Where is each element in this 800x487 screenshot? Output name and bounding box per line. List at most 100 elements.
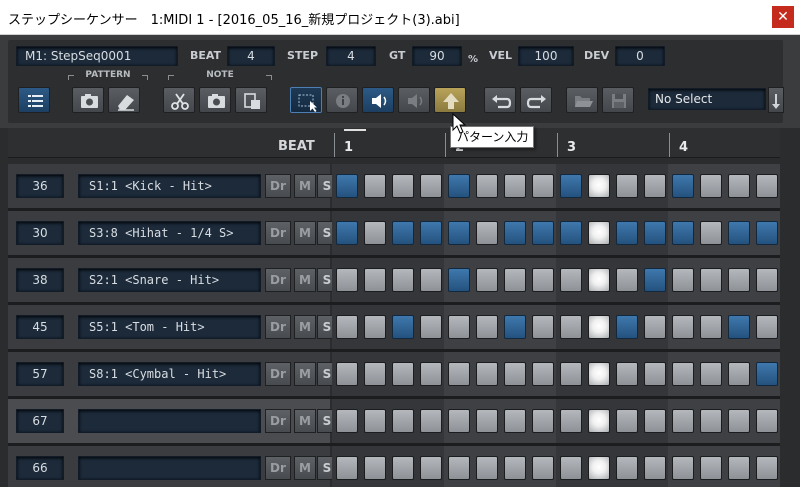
track-sound-field[interactable] [78, 409, 261, 433]
step-button[interactable] [756, 174, 778, 198]
note-cut-button[interactable] [163, 87, 195, 113]
drum-mode-button[interactable]: Dr [265, 315, 291, 339]
step-button[interactable] [756, 362, 778, 386]
step-button[interactable] [364, 174, 386, 198]
track-note-field[interactable]: 38 [16, 268, 64, 292]
step-button[interactable] [364, 268, 386, 292]
step-button[interactable] [364, 315, 386, 339]
step-button[interactable] [392, 456, 414, 480]
step-button[interactable] [672, 268, 694, 292]
step-button[interactable] [728, 362, 750, 386]
step-button[interactable] [616, 221, 638, 245]
mute-button[interactable]: M [294, 409, 316, 433]
track-note-field[interactable]: 67 [16, 409, 64, 433]
sequence-name-field[interactable]: M1: StepSeq0001 [16, 46, 178, 66]
select-tool-button[interactable] [290, 87, 322, 113]
step-button[interactable] [336, 409, 358, 433]
track-note-field[interactable]: 45 [16, 315, 64, 339]
undo-button[interactable] [484, 87, 516, 113]
beat-field[interactable]: 4 [227, 46, 275, 66]
step-button[interactable] [616, 174, 638, 198]
step-button[interactable] [672, 221, 694, 245]
dev-field[interactable]: 0 [615, 46, 665, 66]
step-button[interactable] [392, 362, 414, 386]
drum-mode-button[interactable]: Dr [265, 174, 291, 198]
step-button[interactable] [616, 315, 638, 339]
step-button[interactable] [560, 409, 582, 433]
track-header[interactable]: 67 Dr M S [8, 399, 337, 443]
step-button[interactable] [336, 221, 358, 245]
step-button[interactable] [728, 315, 750, 339]
step-button[interactable] [532, 409, 554, 433]
step-button[interactable] [644, 456, 666, 480]
step-button[interactable] [448, 315, 470, 339]
track-header[interactable]: 66 Dr M S [8, 446, 337, 487]
step-button[interactable] [588, 174, 610, 198]
step-button[interactable] [336, 315, 358, 339]
save-pattern-button[interactable] [602, 87, 634, 113]
step-button[interactable] [588, 456, 610, 480]
step-button[interactable] [448, 174, 470, 198]
step-button[interactable] [756, 409, 778, 433]
step-button[interactable] [448, 456, 470, 480]
step-button[interactable] [420, 315, 442, 339]
step-button[interactable] [476, 362, 498, 386]
step-button[interactable] [588, 268, 610, 292]
track-sound-field[interactable] [78, 456, 261, 480]
track-sound-field[interactable]: S8:1 <Cymbal - Hit> [78, 362, 261, 386]
step-button[interactable] [448, 221, 470, 245]
track-sound-field[interactable]: S1:1 <Kick - Hit> [78, 174, 261, 198]
pattern-input-button[interactable] [434, 87, 466, 113]
step-button[interactable] [448, 362, 470, 386]
track-sound-field[interactable]: S3:8 <Hihat - 1/4 S> [78, 221, 261, 245]
mute-audition-button[interactable] [398, 87, 430, 113]
pattern-select-dropdown[interactable]: No Select [648, 88, 766, 110]
step-button[interactable] [728, 456, 750, 480]
track-note-field[interactable]: 66 [16, 456, 64, 480]
step-button[interactable] [588, 362, 610, 386]
step-button[interactable] [336, 268, 358, 292]
step-button[interactable] [504, 362, 526, 386]
step-button[interactable] [644, 409, 666, 433]
step-button[interactable] [588, 409, 610, 433]
step-button[interactable] [448, 409, 470, 433]
step-button[interactable] [420, 174, 442, 198]
step-button[interactable] [700, 409, 722, 433]
mute-button[interactable]: M [294, 268, 316, 292]
step-button[interactable] [392, 268, 414, 292]
step-button[interactable] [644, 221, 666, 245]
open-pattern-button[interactable] [566, 87, 598, 113]
list-view-button[interactable] [18, 87, 50, 113]
drum-mode-button[interactable]: Dr [265, 456, 291, 480]
step-button[interactable] [392, 315, 414, 339]
step-button[interactable] [672, 315, 694, 339]
step-button[interactable] [616, 362, 638, 386]
mute-button[interactable]: M [294, 456, 316, 480]
step-button[interactable] [644, 268, 666, 292]
step-button[interactable] [560, 268, 582, 292]
step-button[interactable] [420, 409, 442, 433]
step-button[interactable] [560, 315, 582, 339]
step-button[interactable] [504, 268, 526, 292]
step-button[interactable] [672, 409, 694, 433]
drum-mode-button[interactable]: Dr [265, 362, 291, 386]
step-button[interactable] [364, 456, 386, 480]
track-note-field[interactable]: 36 [16, 174, 64, 198]
note-copy-button[interactable] [199, 87, 231, 113]
step-button[interactable] [560, 174, 582, 198]
step-button[interactable] [616, 456, 638, 480]
step-button[interactable] [504, 174, 526, 198]
track-header[interactable]: 38 S2:1 <Snare - Hit> Dr M S [8, 258, 337, 302]
track-header[interactable]: 36 S1:1 <Kick - Hit> Dr M S [8, 164, 337, 208]
step-button[interactable] [644, 315, 666, 339]
step-button[interactable] [476, 268, 498, 292]
drum-mode-button[interactable]: Dr [265, 221, 291, 245]
step-button[interactable] [392, 221, 414, 245]
step-button[interactable] [504, 456, 526, 480]
title-bar[interactable]: ステップシーケンサー 1:MIDI 1 - [2016_05_16_新規プロジェ… [0, 0, 800, 35]
step-button[interactable] [700, 221, 722, 245]
close-button[interactable]: ✕ [772, 6, 794, 28]
step-button[interactable] [756, 221, 778, 245]
step-button[interactable] [588, 315, 610, 339]
step-button[interactable] [448, 268, 470, 292]
